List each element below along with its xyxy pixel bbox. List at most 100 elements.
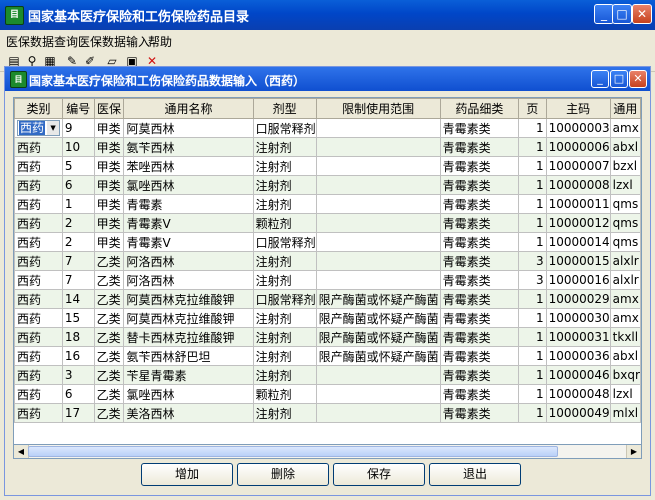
table-cell[interactable]: 10000029 [545, 289, 611, 309]
table-cell[interactable] [315, 156, 441, 176]
table-cell[interactable]: qms [609, 213, 641, 233]
add-button[interactable]: 增加 [141, 463, 233, 486]
table-cell[interactable]: 10000011 [545, 194, 611, 214]
menu-item-help[interactable]: 帮助 [148, 33, 172, 50]
table-cell[interactable]: 10000030 [545, 308, 611, 328]
table-cell[interactable]: lzxl [609, 175, 641, 195]
table-cell[interactable]: 1 [518, 213, 547, 233]
table-cell[interactable]: 颗粒剂 [252, 213, 317, 233]
menu-item-query[interactable]: 医保数据查询 [6, 33, 78, 50]
table-cell[interactable]: 2 [61, 232, 95, 252]
table-cell[interactable]: 3 [518, 270, 547, 290]
close-button[interactable]: ✕ [632, 4, 652, 24]
table-cell[interactable]: 1 [518, 232, 547, 252]
table-cell[interactable]: 乙类 [93, 270, 125, 290]
table-cell[interactable]: 乙类 [93, 308, 125, 328]
table-row[interactable]: 西药 10 甲类 氨苄西林 注射剂 青霉素类 1 10000006 abxl [14, 137, 641, 157]
table-cell[interactable]: 2 [61, 213, 95, 233]
table-cell[interactable] [315, 194, 441, 214]
table-cell[interactable]: 甲类 [93, 118, 125, 138]
table-row[interactable]: 西药 5 甲类 苯唑西林 注射剂 青霉素类 1 10000007 bzxl [14, 156, 641, 176]
table-cell[interactable]: 甲类 [93, 232, 125, 252]
table-cell[interactable]: 注射剂 [252, 365, 317, 385]
minimize-button[interactable]: _ [594, 4, 614, 24]
table-cell[interactable]: amx [609, 289, 641, 309]
table-cell[interactable]: 西药 [14, 289, 63, 309]
table-row[interactable]: 西药 7 乙类 阿洛西林 注射剂 青霉素类 3 10000015 alxlr [14, 251, 641, 271]
child-close-button[interactable]: ✕ [629, 70, 647, 88]
table-row[interactable]: 西药 14 乙类 阿莫西林克拉维酸钾 口服常释剂 限产酶菌或怀疑产酶菌 青霉素类 1 10000… [14, 289, 641, 309]
table-cell[interactable]: alxlr [609, 251, 641, 271]
table-cell[interactable]: 6 [61, 384, 95, 404]
column-header[interactable]: 主码 [545, 98, 611, 119]
table-cell[interactable]: 阿洛西林 [123, 251, 254, 271]
table-cell[interactable]: 限产酶菌或怀疑产酶菌 [315, 289, 441, 309]
table-cell[interactable]: bzxl [609, 156, 641, 176]
table-cell[interactable]: 西药 [14, 175, 63, 195]
table-cell[interactable] [315, 251, 441, 271]
category-dropdown[interactable]: 西药 ▼ [17, 120, 61, 136]
table-cell[interactable]: 5 [61, 156, 95, 176]
table-cell[interactable]: 阿莫西林克拉维酸钾 [123, 308, 254, 328]
table-cell[interactable]: qms [609, 232, 641, 252]
table-cell[interactable]: 甲类 [93, 213, 125, 233]
table-cell[interactable]: 1 [518, 384, 547, 404]
table-cell[interactable]: 阿莫西林克拉维酸钾 [123, 289, 254, 309]
table-cell[interactable]: mlxl [609, 403, 641, 423]
table-cell[interactable]: 氯唑西林 [123, 384, 254, 404]
table-row[interactable]: 西药 2 甲类 青霉素V 颗粒剂 青霉素类 1 10000012 qms [14, 213, 641, 233]
table-cell[interactable]: 青霉素类 [439, 384, 520, 404]
table-cell[interactable]: 氨苄西林舒巴坦 [123, 346, 254, 366]
table-cell[interactable]: 注射剂 [252, 156, 317, 176]
table-cell[interactable] [315, 232, 441, 252]
table-cell[interactable] [315, 365, 441, 385]
table-cell[interactable]: 10000003 [545, 118, 611, 138]
table-cell[interactable]: 甲类 [93, 175, 125, 195]
table-cell[interactable]: 乙类 [93, 403, 125, 423]
table-cell[interactable]: 6 [61, 175, 95, 195]
table-cell[interactable]: 西药 ▼ [14, 118, 63, 138]
table-cell[interactable]: 甲类 [93, 194, 125, 214]
table-cell[interactable]: 青霉素类 [439, 403, 520, 423]
drug-data-grid[interactable]: 类别 编号 医保 通用名称 剂型 限制使用范围 药品细类页主码 通用 西药 ▼ 9 甲类 阿莫西林 口服… [13, 97, 642, 445]
table-cell[interactable]: 青霉素 [123, 194, 254, 214]
table-cell[interactable] [315, 118, 441, 138]
table-cell[interactable]: 1 [518, 137, 547, 157]
table-cell[interactable]: 1 [518, 327, 547, 347]
delete-button[interactable]: 删除 [237, 463, 329, 486]
column-header[interactable]: 通用 [609, 98, 641, 119]
table-cell[interactable]: 10000008 [545, 175, 611, 195]
table-row[interactable]: 西药 3 乙类 苄星青霉素 注射剂 青霉素类 1 10000046 bxqr [14, 365, 641, 385]
table-cell[interactable]: 口服常释剂 [252, 289, 317, 309]
column-header[interactable]: 限制使用范围 [315, 98, 441, 119]
menu-item-input[interactable]: 医保数据输入 [78, 33, 150, 50]
table-row[interactable]: 西药 17 乙类 美洛西林 注射剂 青霉素类 1 10000049 mlxl [14, 403, 641, 423]
table-cell[interactable]: abxl [609, 137, 641, 157]
column-header[interactable]: 医保 [93, 98, 125, 119]
table-cell[interactable]: 10000015 [545, 251, 611, 271]
table-cell[interactable]: 注射剂 [252, 175, 317, 195]
table-cell[interactable]: 16 [61, 346, 95, 366]
table-row[interactable]: 西药 1 甲类 青霉素 注射剂 青霉素类 1 10000011 qms [14, 194, 641, 214]
table-row[interactable]: 西药 16 乙类 氨苄西林舒巴坦 注射剂 限产酶菌或怀疑产酶菌 青霉素类 1 10000036 a… [14, 346, 641, 366]
table-cell[interactable]: 美洛西林 [123, 403, 254, 423]
table-cell[interactable]: 乙类 [93, 365, 125, 385]
table-cell[interactable]: 青霉素类 [439, 327, 520, 347]
table-cell[interactable]: 10000012 [545, 213, 611, 233]
table-cell[interactable]: 1 [518, 308, 547, 328]
table-cell[interactable]: 注射剂 [252, 403, 317, 423]
table-cell[interactable]: 青霉素类 [439, 175, 520, 195]
table-cell[interactable]: 青霉素类 [439, 308, 520, 328]
table-cell[interactable]: 青霉素类 [439, 213, 520, 233]
table-cell[interactable]: 18 [61, 327, 95, 347]
table-cell[interactable]: 1 [61, 194, 95, 214]
table-cell[interactable]: 西药 [14, 346, 63, 366]
table-cell[interactable]: 西药 [14, 194, 63, 214]
table-cell[interactable]: 甲类 [93, 137, 125, 157]
table-cell[interactable]: 10000048 [545, 384, 611, 404]
table-cell[interactable]: 西药 [14, 308, 63, 328]
table-cell[interactable]: 10000036 [545, 346, 611, 366]
table-cell[interactable]: 西药 [14, 137, 63, 157]
table-cell[interactable]: 青霉素类 [439, 251, 520, 271]
table-cell[interactable]: 苄星青霉素 [123, 365, 254, 385]
